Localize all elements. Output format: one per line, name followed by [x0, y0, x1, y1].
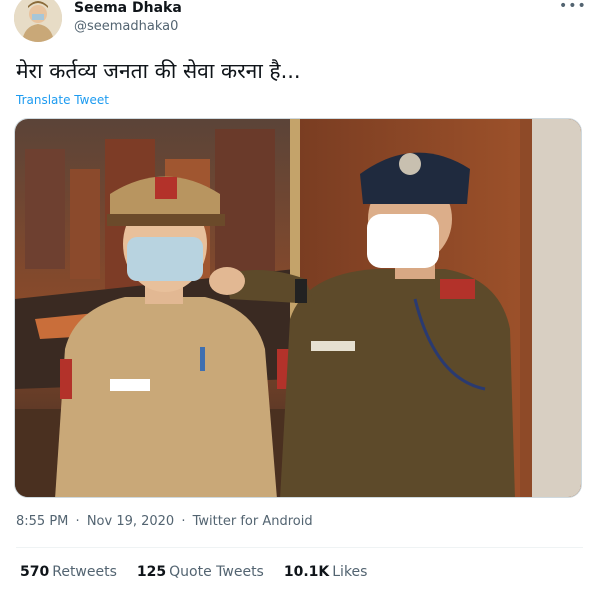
likes-stat[interactable]: 10.1K Likes — [284, 564, 368, 580]
quote-tweets-count: 125 — [136, 564, 167, 580]
more-options-icon[interactable]: ••• — [559, 0, 586, 16]
likes-label: Likes — [332, 564, 368, 580]
tweet-text: मेरा कर्तव्य जनता की सेवा करना है... — [16, 59, 301, 83]
divider — [16, 547, 583, 548]
display-name[interactable]: Seema Dhaka — [74, 0, 182, 16]
tweet-meta: 8:55 PM · Nov 19, 2020 · Twitter for And… — [16, 514, 313, 529]
avatar[interactable] — [14, 0, 62, 42]
translate-tweet-link[interactable]: Translate Tweet — [16, 93, 109, 107]
retweets-label: Retweets — [52, 564, 117, 580]
likes-count: 10.1K — [283, 564, 330, 580]
quote-tweets-label: Quote Tweets — [169, 564, 264, 580]
tweet-date[interactable]: Nov 19, 2020 — [87, 514, 174, 529]
tweet-source[interactable]: Twitter for Android — [193, 514, 313, 529]
separator-dot: · — [181, 514, 186, 529]
tweet-time[interactable]: 8:55 PM — [16, 514, 68, 529]
retweets-stat[interactable]: 570 Retweets — [20, 564, 117, 580]
separator-dot: · — [75, 514, 80, 529]
engagement-stats: 570 Retweets 125 Quote Tweets 10.1K Likes — [20, 564, 367, 580]
quote-tweets-stat[interactable]: 125 Quote Tweets — [137, 564, 264, 580]
user-handle[interactable]: @seemadhaka0 — [74, 19, 178, 35]
retweets-count: 570 — [20, 564, 50, 580]
tweet-photo[interactable] — [14, 118, 582, 498]
